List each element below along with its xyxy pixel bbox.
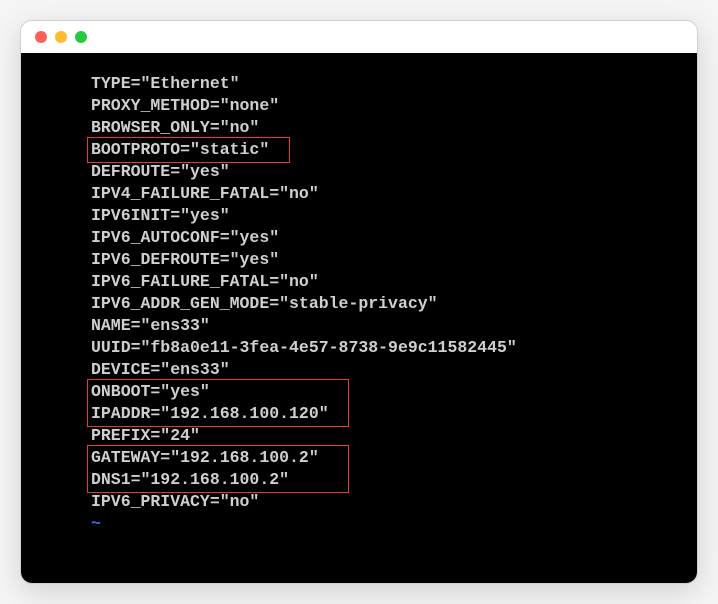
terminal-content[interactable]: TYPE="Ethernet" PROXY_METHOD="none" BROW… bbox=[21, 53, 697, 583]
config-line: GATEWAY="192.168.100.2" bbox=[91, 447, 637, 469]
config-line: TYPE="Ethernet" bbox=[91, 73, 637, 95]
window-titlebar bbox=[21, 21, 697, 53]
vim-tilde: ~ bbox=[91, 513, 637, 535]
config-line: IPV6_DEFROUTE="yes" bbox=[91, 249, 637, 271]
config-line: BOOTPROTO="static" bbox=[91, 139, 637, 161]
config-line: DEVICE="ens33" bbox=[91, 359, 637, 381]
config-line: IPV6_AUTOCONF="yes" bbox=[91, 227, 637, 249]
minimize-icon[interactable] bbox=[55, 31, 67, 43]
maximize-icon[interactable] bbox=[75, 31, 87, 43]
config-line: PREFIX="24" bbox=[91, 425, 637, 447]
config-line: IPV6_PRIVACY="no" bbox=[91, 491, 637, 513]
config-line: DNS1="192.168.100.2" bbox=[91, 469, 637, 491]
config-line: IPV6_FAILURE_FATAL="no" bbox=[91, 271, 637, 293]
terminal-window: TYPE="Ethernet" PROXY_METHOD="none" BROW… bbox=[20, 20, 698, 584]
config-line: DEFROUTE="yes" bbox=[91, 161, 637, 183]
config-line: BROWSER_ONLY="no" bbox=[91, 117, 637, 139]
config-line: ONBOOT="yes" bbox=[91, 381, 637, 403]
config-line: IPADDR="192.168.100.120" bbox=[91, 403, 637, 425]
close-icon[interactable] bbox=[35, 31, 47, 43]
config-line: PROXY_METHOD="none" bbox=[91, 95, 637, 117]
config-line: UUID="fb8a0e11-3fea-4e57-8738-9e9c115824… bbox=[91, 337, 637, 359]
config-line: IPV4_FAILURE_FATAL="no" bbox=[91, 183, 637, 205]
config-line: IPV6INIT="yes" bbox=[91, 205, 637, 227]
config-line: NAME="ens33" bbox=[91, 315, 637, 337]
config-line: IPV6_ADDR_GEN_MODE="stable-privacy" bbox=[91, 293, 637, 315]
